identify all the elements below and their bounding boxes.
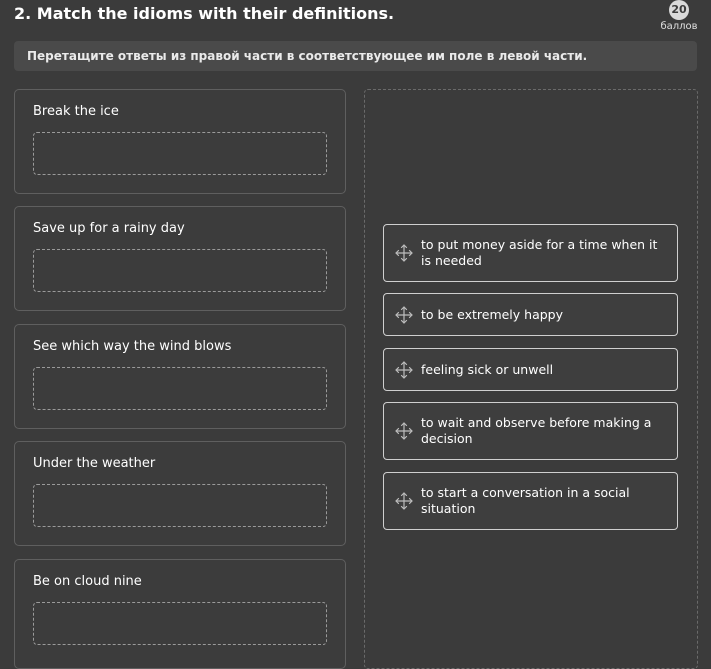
answer-card[interactable]: to put money aside for a time when it is… (383, 224, 678, 282)
instruction-banner: Перетащите ответы из правой части в соот… (14, 41, 697, 71)
question-title: 2. Match the idioms with their definitio… (14, 4, 395, 23)
idiom-card: Break the ice (14, 89, 346, 194)
move-icon[interactable] (394, 305, 414, 325)
answer-card[interactable]: to be extremely happy (383, 293, 678, 336)
move-icon[interactable] (394, 491, 414, 511)
points-badge: 20 баллов (659, 0, 699, 32)
idiom-card: Save up for a rainy day (14, 206, 346, 311)
idiom-card: Under the weather (14, 441, 346, 546)
move-icon[interactable] (394, 360, 414, 380)
move-icon[interactable] (394, 421, 414, 441)
answer-card[interactable]: feeling sick or unwell (383, 348, 678, 391)
answer-text: to be extremely happy (421, 306, 564, 322)
answer-card[interactable]: to start a conversation in a social situ… (383, 472, 678, 530)
idiom-label: Under the weather (33, 456, 156, 471)
move-icon[interactable] (394, 243, 414, 263)
answer-card[interactable]: to wait and observe before making a deci… (383, 402, 678, 460)
idiom-card: Be on cloud nine (14, 559, 346, 669)
answer-text: to put money aside for a time when it is… (421, 237, 658, 268)
drop-zone[interactable] (33, 249, 327, 292)
drop-zone[interactable] (33, 602, 327, 645)
idiom-label: Be on cloud nine (33, 574, 142, 589)
drop-zone[interactable] (33, 367, 327, 410)
drop-zone[interactable] (33, 484, 327, 527)
idiom-card: See which way the wind blows (14, 324, 346, 429)
answer-text: feeling sick or unwell (421, 361, 554, 377)
idiom-label: Save up for a rainy day (33, 221, 185, 236)
idiom-label: Break the ice (33, 104, 119, 119)
answer-text: to start a conversation in a social situ… (421, 485, 630, 516)
points-label: баллов (660, 21, 698, 32)
idiom-label: See which way the wind blows (33, 339, 232, 354)
points-value: 20 (669, 0, 689, 20)
answer-text: to wait and observe before making a deci… (421, 415, 652, 446)
drop-zone[interactable] (33, 132, 327, 175)
